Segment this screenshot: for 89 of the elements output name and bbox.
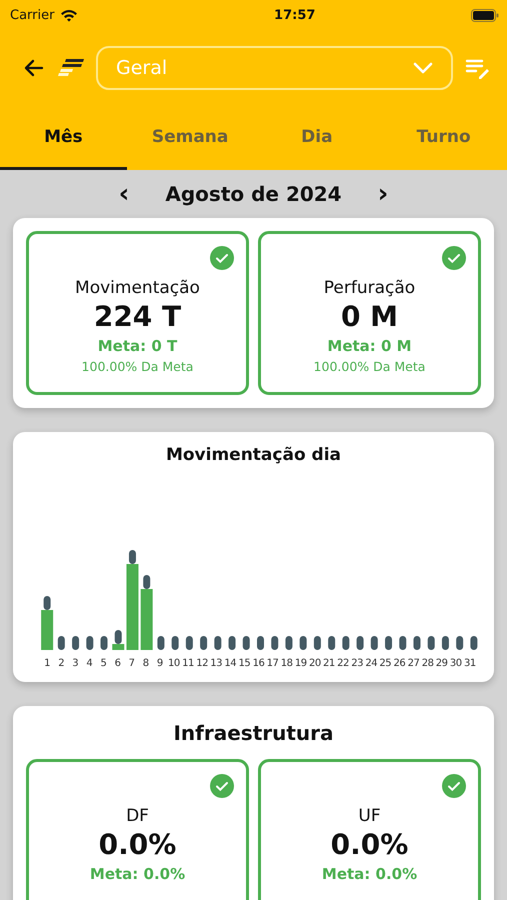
bar — [370, 636, 378, 650]
day-label: 10 — [167, 658, 181, 669]
wifi-icon — [60, 8, 78, 22]
day-label: 25 — [378, 658, 392, 669]
carrier-label: Carrier — [10, 8, 54, 22]
bar — [100, 636, 108, 650]
day-label: 9 — [156, 658, 164, 669]
battery-icon — [470, 8, 499, 22]
bar — [157, 636, 164, 650]
day-label: 14 — [223, 658, 238, 669]
day-label: 13 — [209, 658, 224, 669]
metric-title: Movimentação — [75, 278, 200, 298]
day-label: 6 — [114, 658, 122, 669]
bar — [86, 636, 94, 650]
bar — [385, 636, 392, 650]
day-label: 17 — [266, 658, 280, 669]
metric-goal: Meta: 0 T — [98, 337, 178, 355]
bar — [214, 636, 222, 650]
bar — [200, 636, 208, 650]
day-label: 11 — [181, 658, 195, 669]
day-label: 2 — [57, 658, 66, 669]
day-label: 23 — [350, 658, 364, 669]
bar — [72, 636, 80, 650]
metric-title: Perfuração — [324, 278, 416, 298]
bar — [413, 636, 420, 650]
metric-value: 0 M — [340, 300, 398, 333]
bar — [41, 596, 54, 650]
day-label: 3 — [71, 658, 80, 669]
day-label: 30 — [448, 658, 463, 669]
day-label: 5 — [99, 658, 108, 669]
bar — [456, 636, 464, 650]
bar — [257, 636, 264, 650]
bar — [300, 636, 307, 650]
day-label: 21 — [322, 658, 336, 669]
bar — [58, 636, 65, 650]
clock-time: 17:57 — [274, 8, 316, 22]
bar — [228, 636, 236, 650]
chart-title: Movimentação dia — [164, 445, 342, 465]
day-label: 18 — [280, 658, 294, 669]
period-tab[interactable]: Dia — [254, 106, 380, 170]
day-label: 24 — [364, 658, 378, 669]
metric-goal: Meta: 0.0% — [90, 865, 186, 883]
day-label: 22 — [336, 658, 350, 669]
bar — [428, 636, 435, 650]
metric-goal: Meta: 0.0% — [322, 865, 418, 883]
goal-percent: 100.00% Da Meta — [314, 359, 426, 374]
bar — [285, 636, 292, 650]
day-label: 1 — [43, 658, 51, 669]
section-title: Infraestrutura — [172, 721, 335, 745]
period-tab[interactable]: Semana — [126, 106, 254, 170]
day-label: 7 — [128, 658, 136, 669]
day-label: 27 — [406, 658, 420, 669]
logo-icon — [58, 59, 84, 77]
chevron-down-icon — [413, 62, 433, 74]
bar — [186, 636, 193, 650]
day-label: 31 — [462, 658, 477, 669]
metric-value: 224 T — [94, 300, 182, 333]
metric-value: 0.0% — [330, 828, 408, 861]
day-label: 28 — [420, 658, 434, 669]
day-label: 20 — [308, 658, 322, 669]
goal-percent: 100.00% Da Meta — [82, 359, 194, 374]
day-label: 26 — [392, 658, 406, 669]
bar — [342, 636, 350, 650]
bar — [399, 636, 406, 650]
period-tab[interactable]: Mês — [0, 106, 127, 170]
metric-value: 0.0% — [98, 828, 176, 861]
previous-month-button[interactable]: ‹ — [112, 181, 136, 207]
period-tab[interactable]: Turno — [380, 106, 507, 170]
month-label: Agosto de 2024 — [165, 182, 342, 206]
bar — [271, 636, 278, 650]
bar — [356, 636, 364, 650]
day-label: 12 — [195, 658, 209, 669]
bar — [172, 636, 179, 650]
bar — [112, 630, 124, 650]
bar — [442, 636, 449, 650]
metric-goal: Meta: 0 M — [327, 337, 412, 355]
next-month-button[interactable]: › — [372, 181, 394, 207]
bar — [242, 636, 250, 650]
bar — [314, 636, 321, 650]
bar — [470, 636, 478, 650]
day-label: 19 — [294, 658, 308, 669]
metric-title: DF — [126, 806, 149, 826]
day-label: 15 — [237, 658, 252, 669]
day-label: 8 — [142, 658, 150, 669]
metric-title: UF — [358, 806, 381, 826]
bar — [328, 636, 336, 650]
day-label: 4 — [85, 658, 94, 669]
day-label: 16 — [252, 658, 266, 669]
day-label: 29 — [434, 658, 449, 669]
